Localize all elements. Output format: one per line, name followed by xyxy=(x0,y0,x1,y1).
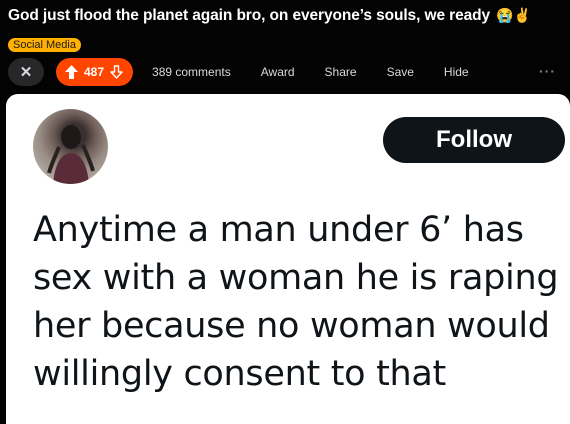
save-button[interactable]: Save xyxy=(372,58,429,86)
post-title-text: God just flood the planet again bro, on … xyxy=(8,7,491,24)
close-icon: ✕ xyxy=(19,64,33,81)
comments-button[interactable]: 389 comments xyxy=(137,58,246,86)
avatar xyxy=(33,109,108,184)
vote-control: 487 xyxy=(56,58,134,86)
more-options-icon[interactable]: ··· xyxy=(539,63,556,79)
post-action-bar: ✕ 487 389 comments Award Share Save Hide xyxy=(8,58,484,86)
close-button[interactable]: ✕ xyxy=(8,58,44,86)
hide-button[interactable]: Hide xyxy=(429,58,484,86)
downvote-icon[interactable] xyxy=(110,65,123,79)
share-button[interactable]: Share xyxy=(310,58,372,86)
post-title[interactable]: God just flood the planet again bro, on … xyxy=(8,7,531,25)
post-flair[interactable]: Social Media xyxy=(8,38,81,52)
upvote-icon[interactable] xyxy=(65,65,78,79)
award-button[interactable]: Award xyxy=(246,58,310,86)
tweet-text: Anytime a man under 6’ has sex with a wo… xyxy=(33,210,559,394)
tweet-screenshot-card: Follow Anytime a man under 6’ has sex wi… xyxy=(6,94,570,424)
crying-peace-emoji: 😭✌️ xyxy=(496,7,531,23)
vote-score: 487 xyxy=(84,65,105,79)
follow-button[interactable]: Follow xyxy=(383,117,565,163)
